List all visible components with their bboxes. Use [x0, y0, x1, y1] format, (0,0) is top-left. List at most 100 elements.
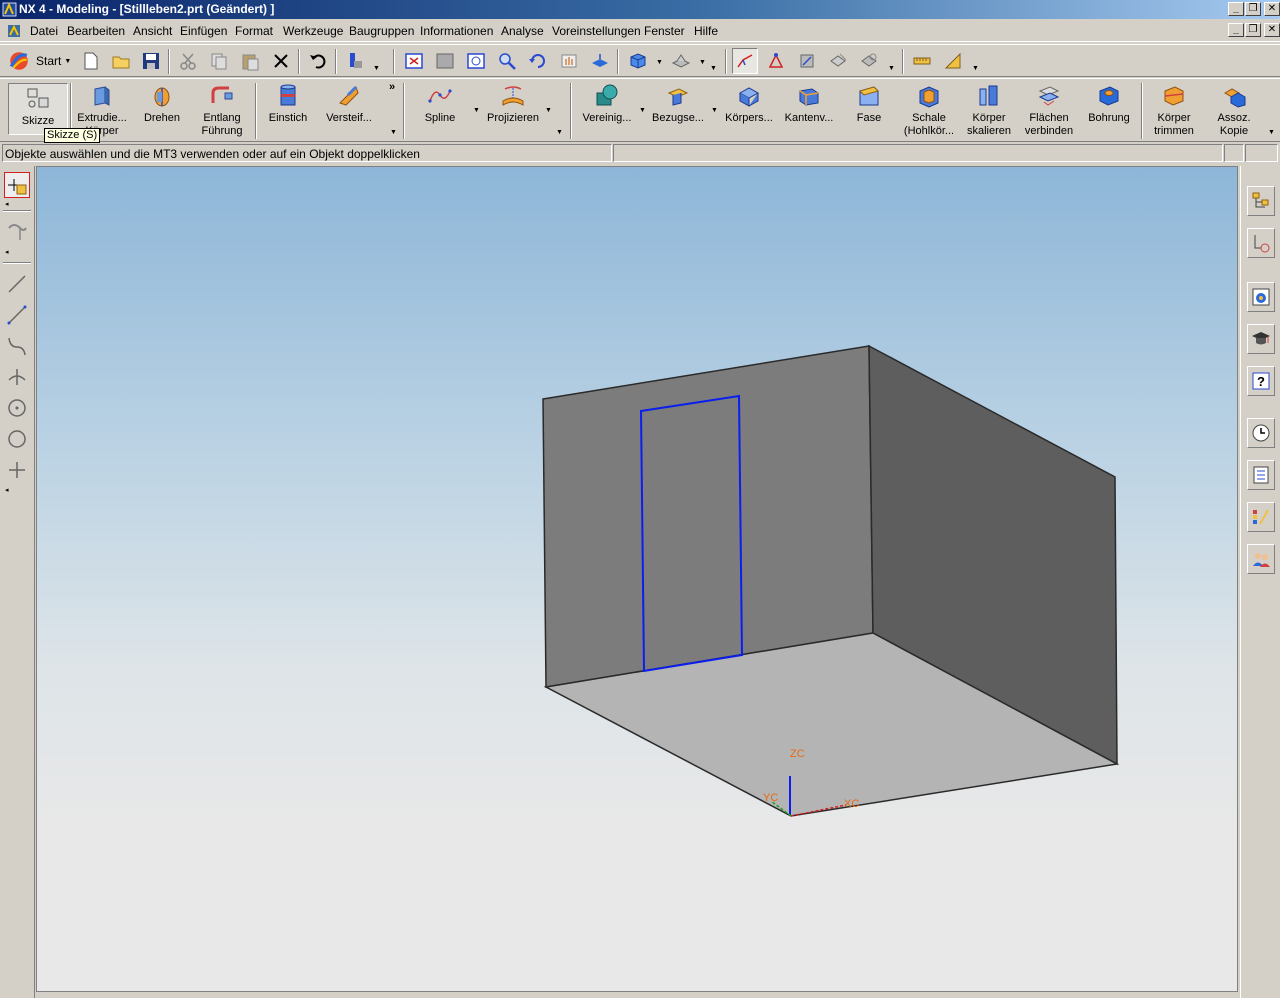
scale-body-button[interactable]: Körper skalieren: [962, 83, 1016, 138]
shaded-view-button[interactable]: [625, 48, 651, 74]
chevron-down-icon[interactable]: ▼: [390, 129, 397, 136]
chevron-left-icon[interactable]: ◂: [5, 248, 9, 256]
web-browser-tab[interactable]: [1247, 282, 1275, 312]
menu-baugruppen[interactable]: Baugruppen: [349, 24, 414, 38]
finish-sketch-button[interactable]: [4, 218, 30, 244]
zoom-button[interactable]: [494, 48, 520, 74]
measure-distance-button[interactable]: [909, 48, 935, 74]
chevron-down-icon[interactable]: ▼: [473, 107, 480, 114]
hole-button[interactable]: Bohrung: [1082, 83, 1136, 125]
profile-button[interactable]: [4, 271, 30, 297]
revolve-button[interactable]: Drehen: [134, 83, 190, 125]
cut-button[interactable]: [175, 48, 201, 74]
rotate-button[interactable]: [525, 48, 551, 74]
line-button[interactable]: [4, 302, 30, 328]
chevron-down-icon[interactable]: ▼: [972, 65, 979, 72]
fit-view-button[interactable]: [401, 48, 427, 74]
point-circle-button[interactable]: [4, 395, 30, 421]
chevron-down-icon[interactable]: ▼: [545, 107, 552, 114]
circle-button[interactable]: [4, 426, 30, 452]
menu-einfuegen[interactable]: Einfügen: [180, 24, 227, 38]
training-tab[interactable]: [1247, 324, 1275, 354]
chevron-down-icon[interactable]: ▼: [699, 59, 706, 66]
assoc-copy-button[interactable]: Assoz. Kopie: [1206, 83, 1262, 138]
chevron-down-icon[interactable]: ▼: [373, 65, 380, 72]
graphics-viewport[interactable]: ZC YC XC: [36, 166, 1238, 992]
chevron-down-icon[interactable]: ▼: [711, 107, 718, 114]
menu-datei[interactable]: Datei: [30, 24, 58, 38]
chamfer-button[interactable]: Fase: [842, 83, 896, 125]
sew-faces-button[interactable]: Flächen verbinden: [1020, 83, 1078, 138]
unite-button[interactable]: Vereinig...: [576, 83, 638, 125]
menu-bearbeiten[interactable]: Bearbeiten: [67, 24, 125, 38]
doc-restore-button[interactable]: ❐: [1245, 23, 1261, 37]
start-button[interactable]: Start ▼: [8, 48, 72, 74]
chevron-down-icon[interactable]: ▼: [710, 65, 717, 72]
restore-button[interactable]: ❐: [1245, 2, 1261, 16]
spline-button[interactable]: Spline: [412, 83, 468, 125]
point-button[interactable]: [4, 457, 30, 483]
body-intersect-button[interactable]: Körpers...: [720, 83, 778, 125]
menu-hilfe[interactable]: Hilfe: [694, 24, 718, 38]
visualization-tab[interactable]: [1247, 502, 1275, 532]
menu-fenster[interactable]: Fenster: [644, 24, 685, 38]
undo-button[interactable]: [305, 48, 331, 74]
layer-button[interactable]: [668, 48, 694, 74]
paste-button[interactable]: [237, 48, 263, 74]
part-navigator-tab[interactable]: [1247, 228, 1275, 258]
sweep-button[interactable]: Entlang Führung: [192, 83, 252, 138]
sketch-select-button[interactable]: [4, 172, 30, 198]
groove-button[interactable]: Einstich: [262, 83, 314, 125]
open-file-button[interactable]: [108, 48, 134, 74]
menu-analyse[interactable]: Analyse: [501, 24, 544, 38]
zoom-area-button[interactable]: [432, 48, 458, 74]
edge-blend-button[interactable]: Kantenv...: [780, 83, 838, 125]
body-intersect-label: Körpers...: [725, 112, 773, 124]
chevron-down-icon[interactable]: ▼: [1268, 129, 1275, 136]
menu-informationen[interactable]: Informationen: [420, 24, 493, 38]
chevron-left-icon[interactable]: ◂: [5, 200, 9, 208]
measure-angle-button[interactable]: [940, 48, 966, 74]
doc-minimize-button[interactable]: _: [1228, 23, 1244, 37]
help-question-icon: ?: [1252, 372, 1270, 390]
pan-button[interactable]: [556, 48, 582, 74]
rib-button[interactable]: Versteif...: [318, 83, 380, 125]
assembly-navigator-tab[interactable]: [1247, 186, 1275, 216]
shell-button[interactable]: Schale (Hohlkör...: [900, 83, 958, 138]
menu-voreinstellungen[interactable]: Voreinstellungen: [552, 24, 641, 38]
chevron-down-icon[interactable]: ▼: [639, 107, 646, 114]
trim-body-button[interactable]: Körper trimmen: [1146, 83, 1202, 138]
delete-button[interactable]: [268, 48, 294, 74]
history-tab[interactable]: [1247, 418, 1275, 448]
snap-point-button[interactable]: [763, 48, 789, 74]
constraint-button[interactable]: [4, 364, 30, 390]
chevron-down-icon[interactable]: ▼: [656, 59, 663, 66]
zoom-window-button[interactable]: [463, 48, 489, 74]
body-select-button[interactable]: [856, 48, 882, 74]
new-file-button[interactable]: [78, 48, 104, 74]
doc-close-button[interactable]: ✕: [1264, 23, 1280, 37]
feature-select-button[interactable]: [794, 48, 820, 74]
back-wall-face[interactable]: [542, 345, 874, 688]
chevron-down-icon[interactable]: ▼: [888, 65, 895, 72]
more-tools-icon[interactable]: »: [389, 81, 395, 93]
component-select-button[interactable]: [825, 48, 851, 74]
menu-ansicht[interactable]: Ansicht: [133, 24, 172, 38]
system-materials-tab[interactable]: [1247, 460, 1275, 490]
roles-tab[interactable]: [1247, 544, 1275, 574]
chevron-left-icon[interactable]: ◂: [5, 486, 9, 494]
project-button[interactable]: Projizieren: [482, 83, 544, 125]
help-tab[interactable]: ?: [1247, 366, 1275, 396]
menu-werkzeuge[interactable]: Werkzeuge: [283, 24, 343, 38]
info-button[interactable]: [342, 48, 368, 74]
chevron-down-icon[interactable]: ▼: [556, 129, 563, 136]
view-orient-button[interactable]: [587, 48, 613, 74]
arc-button[interactable]: [4, 333, 30, 359]
minimize-button[interactable]: _: [1228, 2, 1244, 16]
datum-plane-button[interactable]: Bezugse...: [648, 83, 708, 125]
menu-format[interactable]: Format: [235, 24, 273, 38]
save-button[interactable]: [138, 48, 164, 74]
copy-button[interactable]: [206, 48, 232, 74]
close-button[interactable]: ✕: [1264, 2, 1280, 16]
selection-filter-button[interactable]: [732, 48, 758, 74]
